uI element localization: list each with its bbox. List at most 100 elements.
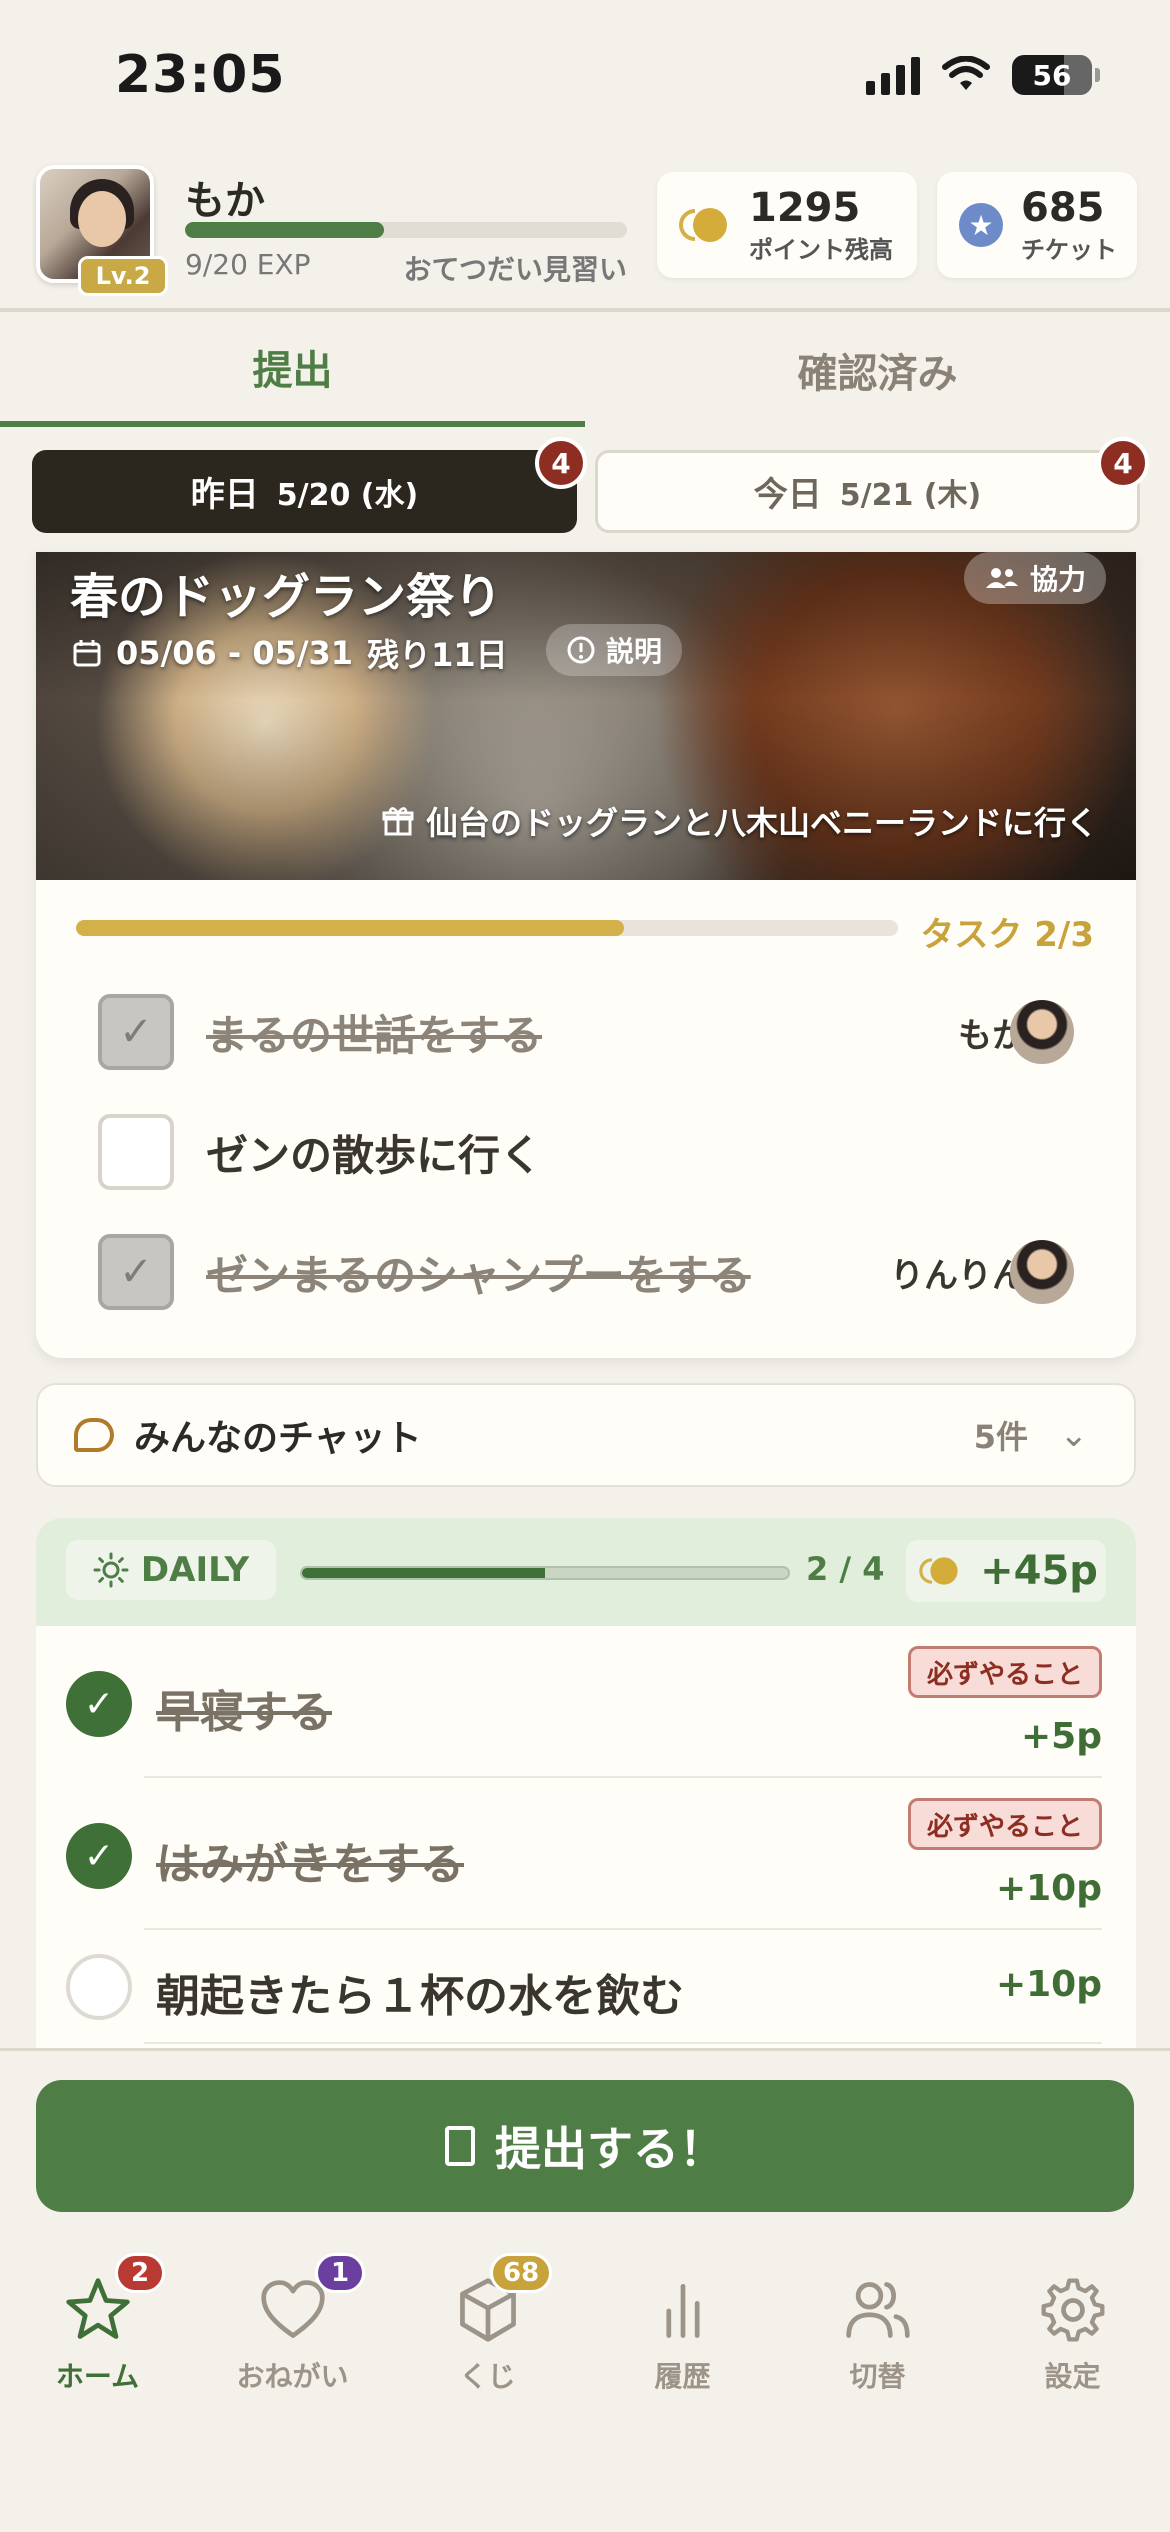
daily-task-row[interactable]: ✓ 早寝する 必ずやること +5p xyxy=(36,1626,1136,1778)
daily-task-points: +10p xyxy=(995,1964,1102,2005)
nav-label: 設定 xyxy=(1044,2360,1101,2393)
tickets-label: チケット xyxy=(1021,235,1117,264)
calendar-icon xyxy=(73,640,101,667)
battery-level: 56 xyxy=(1032,58,1072,92)
nav-label: 切替 xyxy=(849,2360,906,2393)
nav-badge: 68 xyxy=(490,2253,553,2293)
coop-label: 協力 xyxy=(1029,563,1086,596)
event-date-range: 05/06 - 05/31 xyxy=(116,634,354,672)
chat-bubble-icon xyxy=(74,1418,114,1452)
exp-progress-fill xyxy=(185,222,384,238)
task-checkbox[interactable]: ✓ xyxy=(98,1234,174,1310)
gift-icon xyxy=(382,807,414,836)
level-badge: Lv.2 xyxy=(78,256,168,296)
daily-task-label: 早寝する xyxy=(156,1687,332,1738)
explain-label: 説明 xyxy=(606,635,663,668)
tickets-value: 685 xyxy=(1021,184,1105,231)
tab-submit[interactable]: 提出 xyxy=(0,312,585,427)
event-task-row[interactable]: ゼンの散歩に行く xyxy=(36,1092,1136,1212)
nav-label: くじ xyxy=(459,2360,516,2393)
day-yesterday-button[interactable]: 昨日 5/20 (水) xyxy=(32,450,577,533)
check-circle-icon[interactable]: ✓ xyxy=(66,1823,132,1889)
notebook-icon xyxy=(445,2126,475,2166)
points-value: 1295 xyxy=(749,184,861,231)
chat-expander[interactable]: みんなのチャット 5件 ⌄ xyxy=(36,1383,1136,1487)
nav-history[interactable]: 履歴 xyxy=(585,2275,780,2395)
nav-label: ホーム xyxy=(55,2360,140,2393)
exp-text: 9/20 EXP xyxy=(185,248,311,281)
nav-requests[interactable]: 1 おねがい xyxy=(195,2253,390,2395)
must-do-badge: 必ずやること xyxy=(907,1646,1102,1698)
daily-task-points: +5p xyxy=(1021,1716,1102,1757)
coin-icon xyxy=(679,205,731,245)
day-yesterday-date: 5/20 (水) xyxy=(276,477,419,513)
nav-switch[interactable]: 切替 xyxy=(780,2275,975,2395)
empty-circle-icon[interactable] xyxy=(66,1954,132,2020)
tickets-card[interactable]: ★ 685 チケット xyxy=(937,172,1137,278)
battery-icon: 56 xyxy=(1012,55,1100,95)
task-progress-fill xyxy=(76,920,625,936)
points-label: ポイント残高 xyxy=(749,235,893,264)
assignee-avatar xyxy=(1010,1000,1074,1064)
day-today-button[interactable]: 今日 5/21 (木) xyxy=(595,450,1140,533)
day-yesterday-label: 昨日 xyxy=(190,475,259,515)
check-circle-icon[interactable]: ✓ xyxy=(66,1671,132,1737)
coop-badge: 協力 xyxy=(963,552,1106,604)
daily-progress-fill xyxy=(302,1568,545,1578)
rank-title: おてつだい見習い xyxy=(403,253,627,286)
nav-label: おねがい xyxy=(236,2360,349,2393)
today-count-badge: 4 xyxy=(1097,437,1149,489)
chat-count: 5件 xyxy=(973,1418,1028,1456)
daily-points: +45p xyxy=(906,1540,1106,1602)
assignee-avatar xyxy=(1010,1240,1074,1304)
daily-task-points: +10p xyxy=(995,1868,1102,1909)
event-task-row[interactable]: ✓ まるの世話をする もか xyxy=(36,972,1136,1092)
event-card: 春のドッグラン祭り 協力 05/06 - 05/31 残り11日 説明 仙台のド… xyxy=(36,552,1136,1358)
group-icon xyxy=(985,568,1018,588)
tab-confirmed[interactable]: 確認済み xyxy=(585,312,1170,427)
status-icons: 56 xyxy=(866,55,1100,95)
exp-progress-bar xyxy=(185,222,627,238)
sun-icon xyxy=(93,1552,129,1588)
daily-task-row[interactable]: 朝起きたら１杯の水を飲む +10p xyxy=(36,1930,1136,2048)
task-progress-bar xyxy=(76,920,898,936)
chat-label: みんなのチャット xyxy=(134,1418,422,1459)
nav-lottery[interactable]: 68 くじ xyxy=(390,2253,585,2395)
bar-chart-icon xyxy=(665,2283,700,2338)
event-task-row[interactable]: ✓ ゼンまるのシャンプーをする りんりん xyxy=(36,1212,1136,1332)
nav-badge: 2 xyxy=(115,2253,165,2293)
explain-button[interactable]: 説明 xyxy=(546,624,683,676)
task-assignee: りんりん xyxy=(890,1255,1026,1296)
task-checkbox[interactable] xyxy=(98,1114,174,1190)
nav-home[interactable]: 2 ホーム xyxy=(0,2253,195,2395)
nav-label: 履歴 xyxy=(654,2360,711,2393)
daily-badge: DAILY xyxy=(66,1540,276,1600)
daily-points-value: +45p xyxy=(980,1548,1098,1594)
info-icon xyxy=(567,636,595,664)
daily-task-row[interactable]: ✓ はみがきをする 必ずやること +10p xyxy=(36,1778,1136,1930)
row-divider xyxy=(144,2042,1102,2044)
event-reward: 仙台のドッグランと八木山ベニーランドに行く xyxy=(382,798,1098,844)
daily-count: 2 / 4 xyxy=(806,1550,885,1588)
coin-icon xyxy=(919,1555,961,1587)
daily-label: DAILY xyxy=(140,1550,250,1590)
event-remaining: 残り11日 xyxy=(367,636,508,674)
points-card[interactable]: 1295 ポイント残高 xyxy=(657,172,917,278)
submit-button[interactable]: 提出する！ xyxy=(36,2080,1134,2212)
chevron-down-icon: ⌄ xyxy=(1059,1415,1089,1455)
user-name: もか xyxy=(185,178,265,224)
daily-header: DAILY 2 / 4 +45p xyxy=(36,1518,1136,1626)
nav-settings[interactable]: 設定 xyxy=(975,2275,1170,2395)
nav-badge: 1 xyxy=(315,2253,365,2293)
daily-task-label: 朝起きたら１杯の水を飲む xyxy=(156,1971,684,2022)
wifi-icon xyxy=(942,56,990,90)
signal-icon xyxy=(866,55,920,95)
must-do-badge: 必ずやること xyxy=(907,1798,1102,1850)
day-today-date: 5/21 (木) xyxy=(839,477,982,513)
status-time: 23:05 xyxy=(115,45,286,105)
task-checkbox[interactable]: ✓ xyxy=(98,994,174,1070)
event-reward-text: 仙台のドッグランと八木山ベニーランドに行く xyxy=(425,804,1098,842)
task-label: ゼンの散歩に行く xyxy=(206,1130,543,1180)
task-label: ゼンまるのシャンプーをする xyxy=(206,1250,751,1300)
daily-task-label: はみがきをする xyxy=(156,1839,464,1890)
